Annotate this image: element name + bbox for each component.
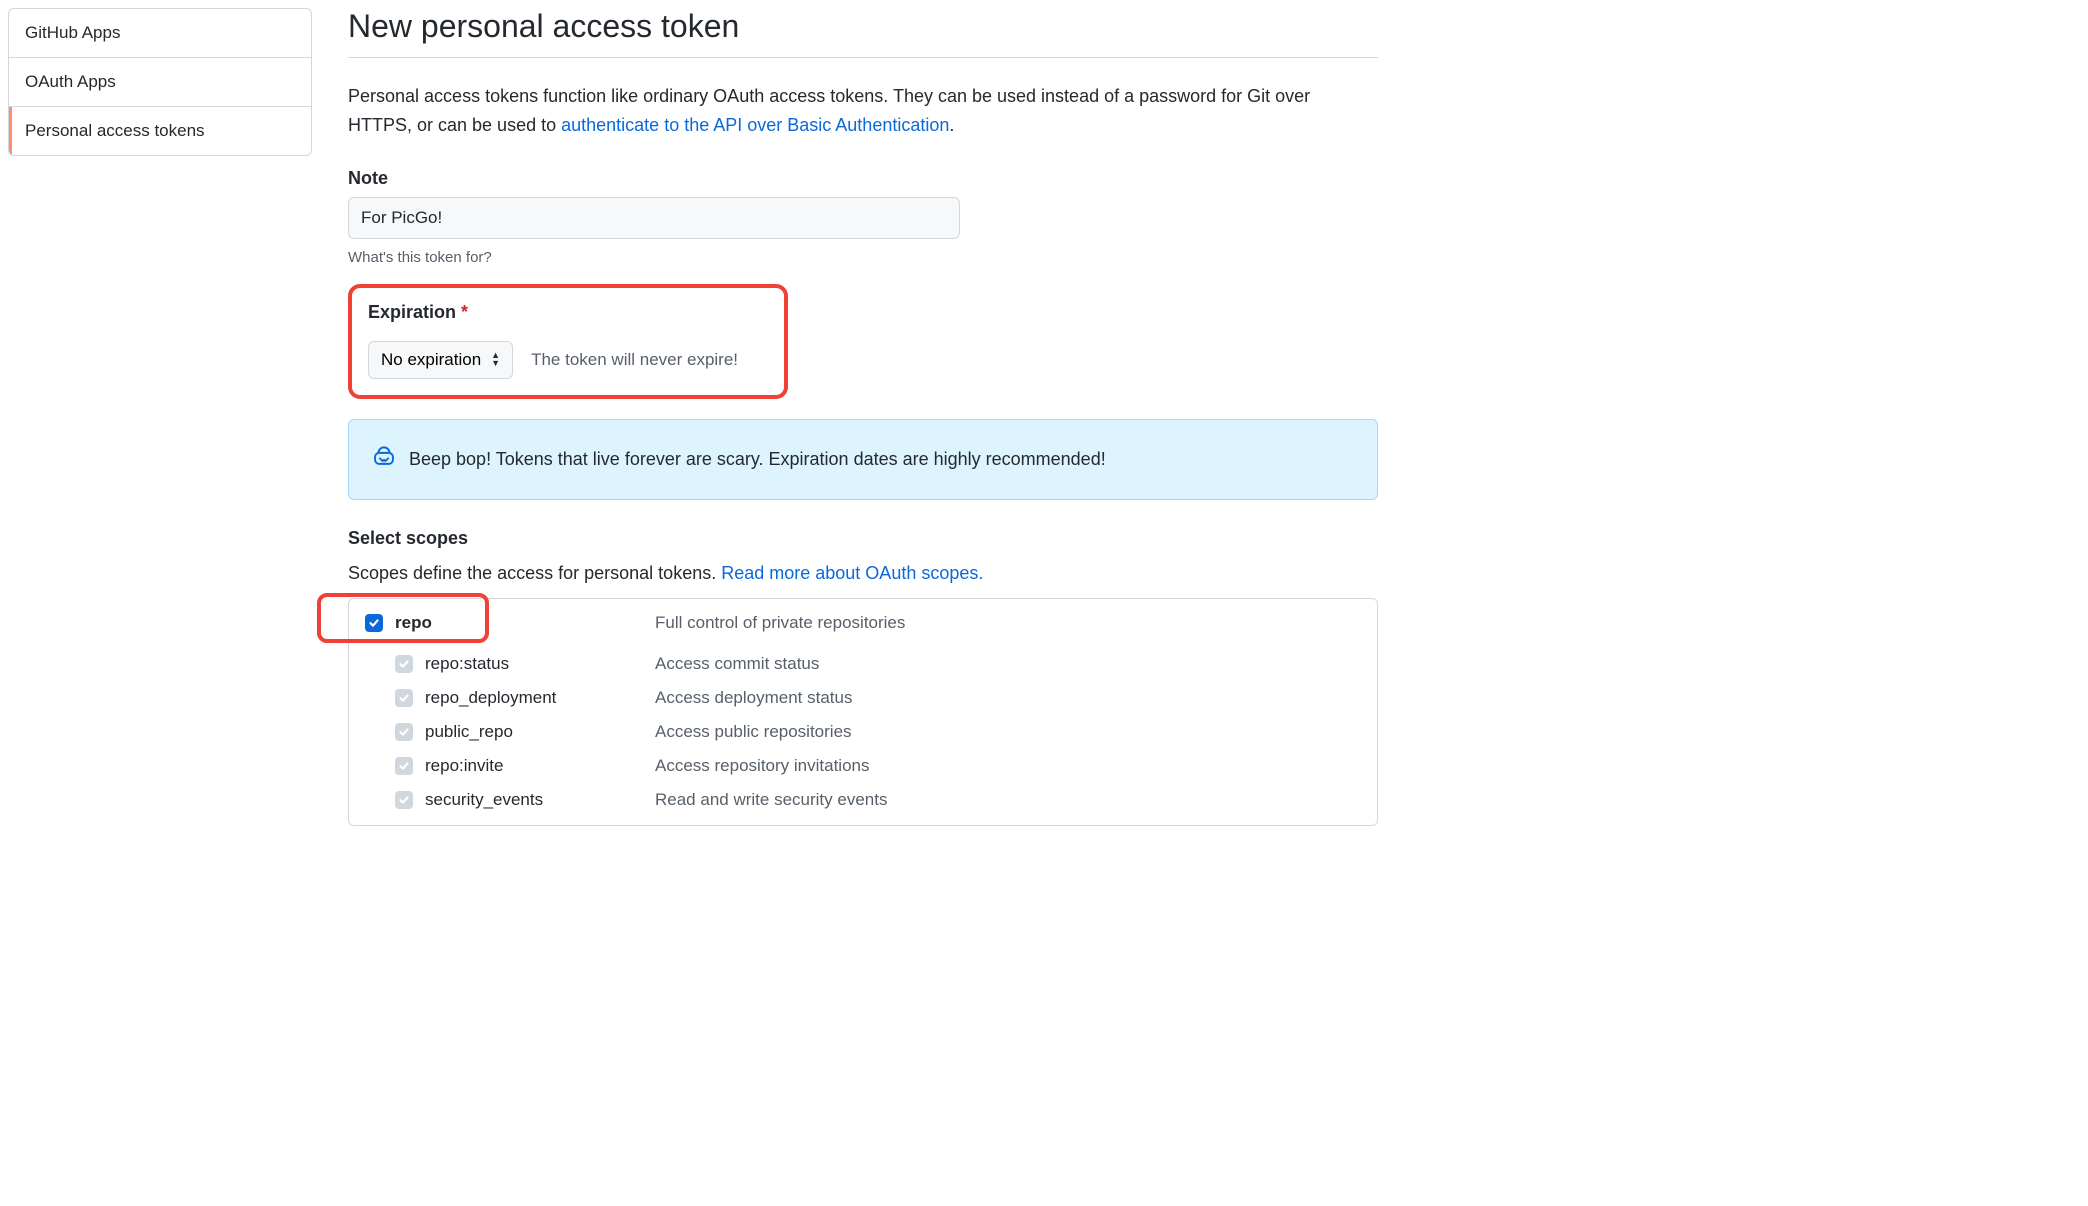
sidebar-item-label: Personal access tokens [25,121,205,140]
scope-public_repo: public_repo Access public repositories [365,715,1361,749]
note-input[interactable] [348,197,960,239]
sidebar-nav: GitHub Apps OAuth Apps Personal access tok… [8,8,312,156]
sidebar-item-label: GitHub Apps [25,23,120,42]
sidebar-item-personal-access-tokens[interactable]: Personal access tokens [9,107,311,155]
scopes-box: repo Full control of private repositories… [348,598,1378,826]
expiration-warning-banner: Beep bop! Tokens that live forever are s… [348,419,1378,500]
intro-paragraph: Personal access tokens function like ord… [348,82,1378,140]
main-content: New personal access token Personal acces… [348,8,1378,826]
checkbox[interactable] [395,757,413,775]
intro-suffix: . [949,115,954,135]
settings-sidebar: GitHub Apps OAuth Apps Personal access tok… [8,8,312,826]
scope-name: repo_deployment [425,688,556,708]
scope-desc: Access repository invitations [655,756,869,776]
required-mark: * [461,302,468,322]
scope-name: repo [395,613,432,633]
updown-caret-icon: ▲▼ [491,352,500,367]
scopes-title: Select scopes [348,528,1378,549]
note-label: Note [348,168,1378,189]
expiration-helper: The token will never expire! [531,350,738,370]
scopes-docs-link[interactable]: Read more about OAuth scopes. [721,563,983,583]
sidebar-item-oauth-apps[interactable]: OAuth Apps [9,58,311,107]
scopes-intro-text: Scopes define the access for personal to… [348,563,721,583]
sidebar-item-github-apps[interactable]: GitHub Apps [9,9,311,58]
expiration-block: Expiration * No expiration ▲▼ The token … [348,284,788,399]
warning-text: Beep bop! Tokens that live forever are s… [409,449,1106,470]
checkbox[interactable] [365,614,383,632]
scope-repo: repo Full control of private repositories [349,599,1377,647]
scope-name: repo:invite [425,756,503,776]
scope-repo-status: repo:status Access commit status [365,647,1361,681]
scope-desc: Read and write security events [655,790,887,810]
expiration-label-text: Expiration [368,302,456,322]
sidebar-item-label: OAuth Apps [25,72,116,91]
intro-auth-link[interactable]: authenticate to the API over Basic Authe… [561,115,949,135]
note-hint: What's this token for? [348,249,1378,266]
expiration-selected: No expiration [381,350,481,370]
scope-desc: Access deployment status [655,688,852,708]
scope-name: security_events [425,790,543,810]
scope-repo-invite: repo:invite Access repository invitations [365,749,1361,783]
checkbox[interactable] [395,655,413,673]
scope-security_events: security_events Read and write security e… [365,783,1361,817]
scope-name: public_repo [425,722,513,742]
scopes-intro: Scopes define the access for personal to… [348,563,1378,584]
page-title: New personal access token [348,8,1378,58]
expiration-label: Expiration * [368,302,768,323]
scope-name: repo:status [425,654,509,674]
scope-repo_deployment: repo_deployment Access deployment status [365,681,1361,715]
expiration-row: No expiration ▲▼ The token will never ex… [368,341,738,379]
checkbox[interactable] [395,723,413,741]
hubot-icon [373,446,395,473]
checkbox[interactable] [395,791,413,809]
checkbox[interactable] [395,689,413,707]
scope-desc: Access commit status [655,654,819,674]
scope-desc: Access public repositories [655,722,852,742]
scope-children: repo:status Access commit status repo_depl… [349,647,1377,825]
scope-desc: Full control of private repositories [655,613,905,633]
expiration-select[interactable]: No expiration ▲▼ [368,341,513,379]
